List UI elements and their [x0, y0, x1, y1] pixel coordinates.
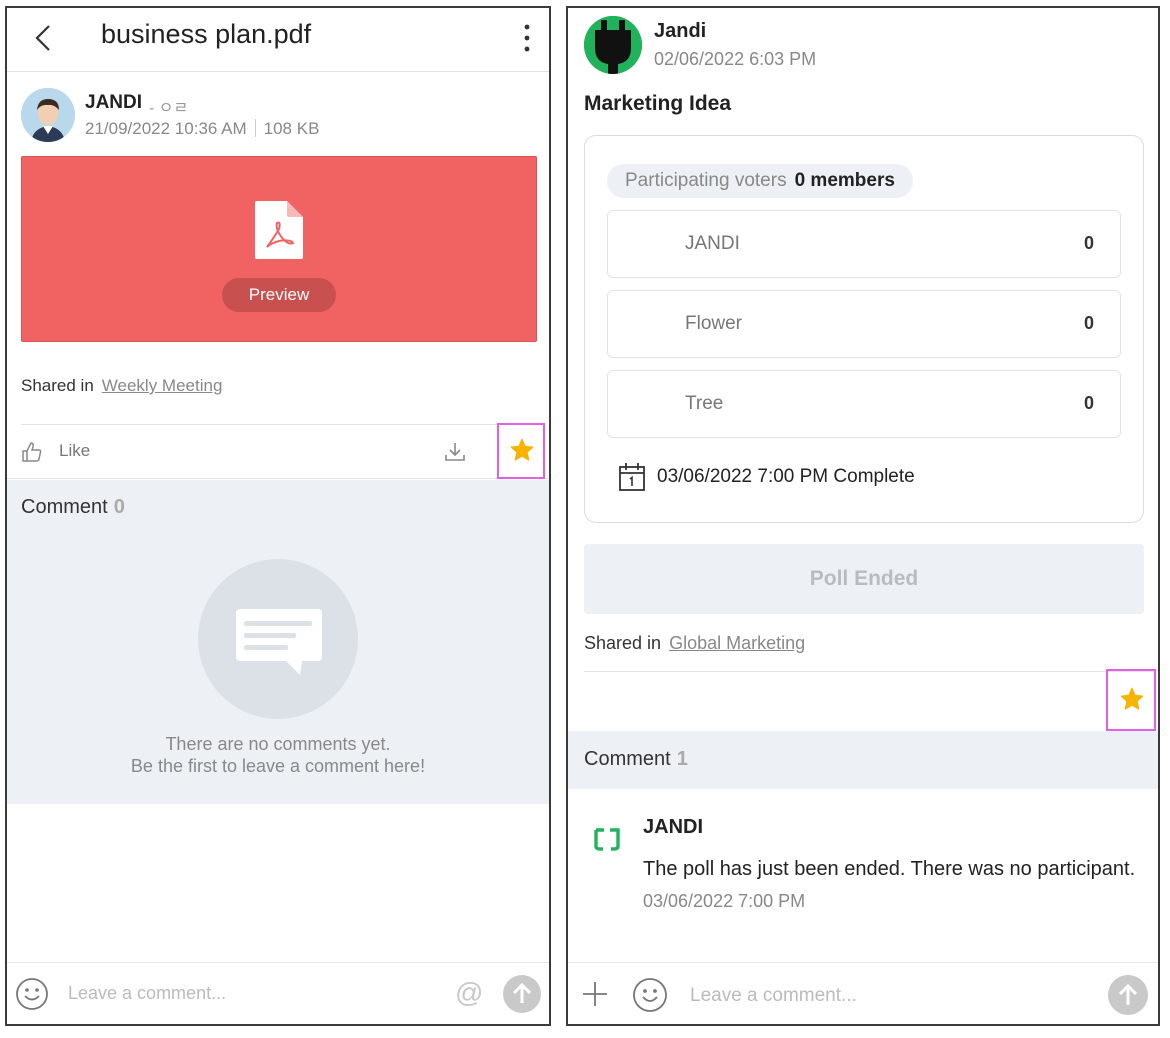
- shared-in-label: Shared in: [21, 376, 94, 395]
- option-count: 0: [1083, 233, 1094, 253]
- like-button[interactable]: Like: [59, 441, 90, 461]
- option-count: 0: [1083, 313, 1094, 333]
- post-datetime: 02/06/2022 6:03 PM: [654, 49, 817, 69]
- comment-datetime: 03/06/2022 7:00 PM: [643, 891, 806, 911]
- page-title: business plan.pdf: [101, 19, 312, 49]
- poll-detail-screen: Jandi 02/06/2022 6:03 PM Marketing Idea …: [566, 6, 1160, 1026]
- shared-in-topic-link[interactable]: Global Marketing: [669, 633, 805, 653]
- poll-option: JANDI 0: [607, 210, 1121, 278]
- voters-label: Participating voters: [625, 170, 787, 191]
- emoji-icon[interactable]: [15, 977, 49, 1011]
- mention-icon[interactable]: @: [455, 977, 483, 1009]
- shared-in: Shared in Global Marketing: [584, 633, 805, 654]
- star-button[interactable]: [497, 423, 545, 479]
- plug-avatar-icon: [584, 16, 642, 74]
- poll-deadline: 03/06/2022 7:00 PM Complete: [657, 466, 915, 487]
- comment-input-bar: Leave a comment...: [568, 962, 1158, 1024]
- plus-icon[interactable]: [580, 979, 610, 1009]
- comment-item: JANDI The poll has just been ended. Ther…: [568, 798, 1158, 928]
- author-name: JANDI: [85, 92, 143, 113]
- arrow-up-icon: [512, 982, 532, 1003]
- comments-title-label: Comment: [21, 496, 108, 518]
- avatar[interactable]: [21, 88, 75, 142]
- avatar[interactable]: [584, 16, 642, 74]
- emoji-icon[interactable]: [632, 977, 668, 1013]
- empty-line-1: There are no comments yet.: [165, 734, 391, 754]
- shared-in-label: Shared in: [584, 633, 662, 653]
- comments-count: 0: [113, 496, 125, 518]
- shared-in: Shared in Weekly Meeting: [21, 376, 222, 396]
- arrow-up-icon: [1118, 983, 1138, 1005]
- poll-title: Marketing Idea: [584, 92, 732, 115]
- download-icon[interactable]: [443, 440, 467, 464]
- comment-input[interactable]: Leave a comment...: [690, 985, 857, 1007]
- author-name: Jandi: [654, 20, 707, 42]
- comment-author: JANDI: [643, 816, 704, 838]
- option-label: Flower: [685, 313, 743, 334]
- upload-datetime: 21/09/2022 10:36 AM: [85, 119, 247, 138]
- comments-section: Comment 0 There are no comments yet. Be t…: [7, 480, 549, 804]
- meta-divider: [254, 119, 256, 137]
- option-count: 0: [1083, 393, 1094, 413]
- preview-button[interactable]: Preview: [222, 278, 336, 312]
- file-preview-card[interactable]: Preview: [21, 156, 537, 342]
- comment-input-bar: Leave a comment... @: [7, 962, 549, 1024]
- empty-comments-illustration: [198, 559, 358, 719]
- poll-option: Tree 0: [607, 370, 1121, 438]
- option-label: Tree: [685, 393, 724, 414]
- file-detail-screen: business plan.pdf JANDI - ㅇㄹ 21/09/2022 …: [5, 6, 551, 1026]
- speech-bubble-icon: [236, 609, 322, 675]
- author-tag: - ㅇㄹ: [149, 100, 189, 117]
- star-button[interactable]: [1106, 669, 1156, 731]
- comment-input[interactable]: Leave a comment...: [68, 983, 226, 1004]
- send-button[interactable]: [503, 975, 541, 1013]
- thumbs-up-icon[interactable]: [21, 441, 43, 463]
- user-avatar-icon: [21, 88, 75, 142]
- comments-title: Comment 0: [21, 496, 125, 519]
- poll-option: Flower 0: [607, 290, 1121, 358]
- file-meta: 21/09/2022 10:36 AM 108 KB: [85, 119, 319, 139]
- more-options-icon[interactable]: [523, 22, 531, 54]
- empty-line-2: Be the first to leave a comment here!: [130, 756, 426, 776]
- comments-header: Comment 1: [568, 731, 1158, 789]
- back-arrow-icon[interactable]: [31, 22, 55, 54]
- action-bar: Like: [7, 423, 549, 479]
- pdf-file-icon: [255, 201, 303, 259]
- file-size: 108 KB: [263, 119, 320, 138]
- calendar-icon: [619, 463, 645, 491]
- jandi-logo-icon: [594, 828, 620, 851]
- option-label: JANDI: [685, 233, 740, 254]
- comment-text: The poll has just been ended. There was …: [643, 858, 1136, 880]
- voters-count: 0 members: [794, 170, 895, 191]
- participating-voters: Participating voters 0 members: [607, 164, 913, 198]
- poll-card: Participating voters 0 members JANDI 0 Fl…: [584, 135, 1144, 523]
- comments-title: Comment 1: [584, 748, 688, 771]
- comments-count: 1: [676, 748, 688, 770]
- send-button[interactable]: [1108, 975, 1148, 1015]
- star-icon: [510, 438, 534, 461]
- star-icon: [1120, 687, 1144, 710]
- poll-ended-button[interactable]: Poll Ended: [584, 544, 1144, 614]
- comments-title-label: Comment: [584, 748, 671, 770]
- header: business plan.pdf: [7, 8, 549, 72]
- empty-comments-message: There are no comments yet. Be the first …: [7, 733, 549, 777]
- shared-in-topic-link[interactable]: Weekly Meeting: [102, 376, 223, 395]
- file-author: JANDI - ㅇㄹ 21/09/2022 10:36 AM 108 KB: [21, 88, 541, 144]
- divider: [584, 671, 1156, 672]
